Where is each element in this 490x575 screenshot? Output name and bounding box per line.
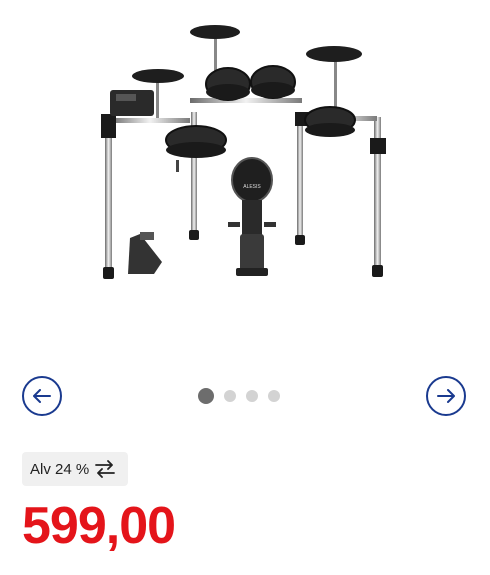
vat-label: Alv 24 % — [30, 460, 90, 478]
arrow-left-icon — [33, 389, 51, 403]
product-gallery: ALESIS — [0, 0, 490, 360]
vat-toggle[interactable]: Alv 24 % — [22, 452, 128, 486]
carousel-dot[interactable] — [268, 390, 280, 402]
carousel-dot[interactable] — [224, 390, 236, 402]
previous-image-button[interactable] — [22, 376, 62, 416]
arrow-right-icon — [437, 389, 455, 403]
carousel-dot[interactable] — [246, 390, 258, 402]
next-image-button[interactable] — [426, 376, 466, 416]
product-image[interactable]: ALESIS — [90, 12, 400, 292]
carousel-indicators — [198, 388, 280, 404]
product-price: 599,00 — [22, 497, 176, 555]
svg-text:ALESIS: ALESIS — [243, 184, 261, 190]
swap-arrows-icon — [95, 460, 116, 478]
carousel-dot[interactable] — [198, 388, 214, 404]
